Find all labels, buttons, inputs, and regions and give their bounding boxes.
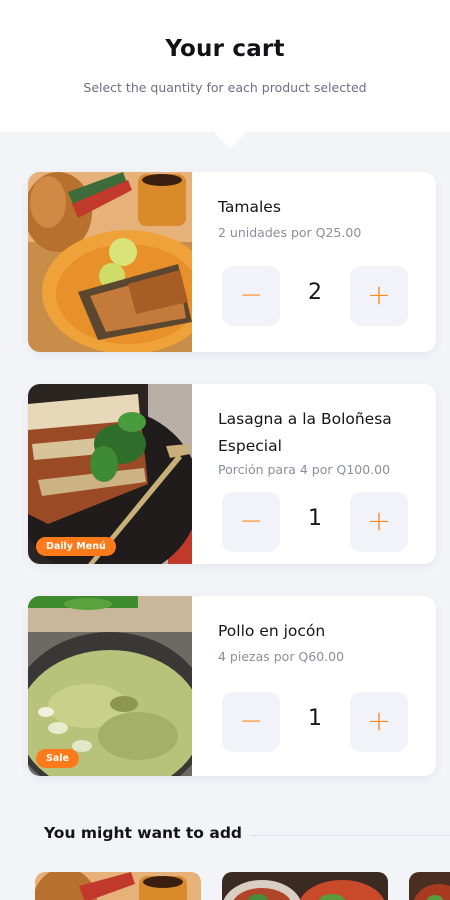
- pollo-jocon-photo: Sale: [28, 596, 192, 776]
- cart-item-lasagna: Daily Menú Lasagna a la Boloñesa Especia…: [28, 384, 436, 564]
- item-name: Lasagna a la Boloñesa Especial: [218, 410, 392, 455]
- food-photo: [409, 872, 450, 900]
- tamales-photo: [28, 172, 192, 352]
- increase-button[interactable]: +: [350, 492, 408, 552]
- quantity-value: 1: [308, 506, 322, 531]
- decrease-button[interactable]: −: [222, 492, 280, 552]
- cart-header: Your cart Select the quantity for each p…: [0, 0, 450, 149]
- sale-badge: Sale: [36, 749, 79, 768]
- suggestions-title: You might want to add: [44, 824, 243, 842]
- increase-button[interactable]: +: [350, 692, 408, 752]
- cart-item-pollo-jocon: Sale Pollo en jocón 4 piezas por Q60.00 …: [28, 596, 436, 776]
- tamales-photo: [35, 872, 201, 900]
- suggestion-tamales[interactable]: [35, 872, 201, 900]
- quantity-stepper: − 2 +: [222, 266, 408, 326]
- quantity-stepper: − 1 +: [222, 492, 408, 552]
- quantity-stepper: − 1 +: [222, 692, 408, 752]
- daily-menu-badge: Daily Menú: [36, 537, 116, 556]
- item-description: 4 piezas por Q60.00: [218, 649, 345, 664]
- quantity-value: 1: [308, 706, 322, 731]
- item-name: Pollo en jocón: [218, 622, 326, 640]
- item-name: Tamales: [218, 198, 281, 216]
- section-divider: [250, 835, 450, 836]
- cart-item-tamales: Tamales 2 unidades por Q25.00 − 2 +: [28, 172, 436, 352]
- tacos-photo: [222, 872, 388, 900]
- decrease-button[interactable]: −: [222, 692, 280, 752]
- lasagna-photo: Daily Menú: [28, 384, 192, 564]
- page-title: Your cart: [165, 36, 285, 62]
- suggestion-tacos[interactable]: [222, 872, 388, 900]
- quantity-value: 2: [308, 280, 322, 305]
- decrease-button[interactable]: −: [222, 266, 280, 326]
- suggestion-item[interactable]: [409, 872, 450, 900]
- item-description: Porción para 4 por Q100.00: [218, 462, 391, 477]
- page-subtitle: Select the quantity for each product sel…: [83, 80, 367, 95]
- increase-button[interactable]: +: [350, 266, 408, 326]
- header-notch: [214, 117, 246, 149]
- item-description: 2 unidades por Q25.00: [218, 225, 362, 240]
